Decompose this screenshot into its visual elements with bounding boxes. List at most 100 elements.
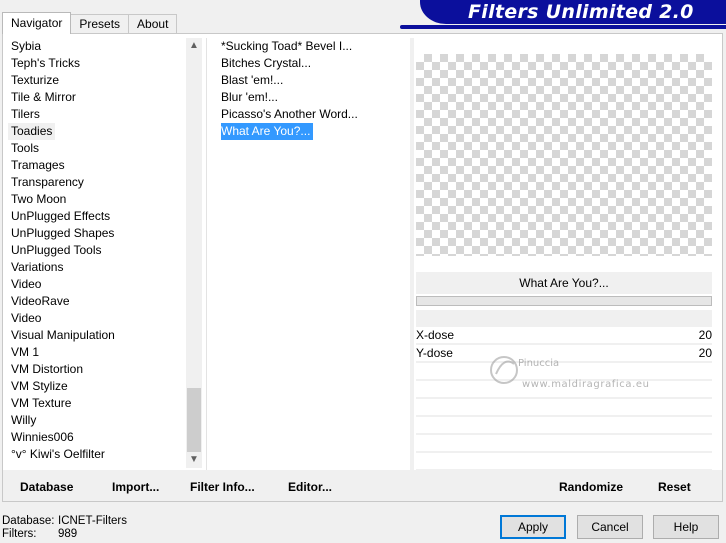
filter-item-label: Bitches Crystal... [221, 56, 312, 70]
category-item-label: Tramages [11, 158, 65, 172]
filter-list[interactable]: *Sucking Toad* Bevel I... Bitches Crystal… [218, 38, 408, 468]
filter-item[interactable]: What Are You?... [218, 123, 408, 140]
chevron-up-icon[interactable]: ▲ [186, 38, 202, 54]
status-filters-value: 989 [58, 528, 78, 540]
category-item[interactable]: Sybia [8, 38, 186, 55]
param-row [416, 453, 712, 470]
category-item-label: Tile & Mirror [11, 90, 76, 104]
category-item[interactable]: Toadies [8, 123, 186, 140]
category-scrollbar[interactable]: ▲ ▼ [186, 38, 202, 468]
status-filters: Filters: 989 [2, 528, 77, 541]
category-item-label: VideoRave [11, 294, 70, 308]
category-item[interactable]: Tilers [8, 106, 186, 123]
filter-item[interactable]: *Sucking Toad* Bevel I... [218, 38, 408, 55]
database-button[interactable]: Database [20, 480, 73, 494]
category-item[interactable]: Texturize [8, 72, 186, 89]
filter-item[interactable]: Blur 'em!... [218, 89, 408, 106]
category-item[interactable]: Tools [8, 140, 186, 157]
list-divider [206, 38, 207, 470]
banner-underline [400, 25, 726, 29]
category-item[interactable]: Video [8, 276, 186, 293]
category-item-label: Tilers [11, 107, 40, 121]
param-row [416, 399, 712, 416]
category-item-label: UnPlugged Effects [11, 209, 111, 223]
tab-presets[interactable]: Presets [70, 14, 130, 34]
category-item-label: Winnies006 [11, 430, 74, 444]
param-row[interactable]: X-dose 20 [416, 327, 712, 344]
param-label: Y-dose [416, 346, 453, 360]
watermark: Pinuccia www.maldiragrafica.eu [484, 350, 654, 398]
category-item[interactable]: Visual Manipulation [8, 327, 186, 344]
cancel-button[interactable]: Cancel [577, 515, 643, 539]
panel-divider [410, 38, 414, 470]
category-item-label: VM 1 [11, 345, 40, 359]
category-item[interactable]: Tramages [8, 157, 186, 174]
category-item-label: Toadies [8, 123, 56, 140]
category-item-label: °v° Kiwi's Oelfilter [11, 447, 105, 461]
category-item[interactable]: UnPlugged Shapes [8, 225, 186, 242]
category-item-label: Texturize [11, 73, 60, 87]
category-item[interactable]: Video [8, 310, 186, 327]
chevron-down-icon[interactable]: ▼ [186, 452, 202, 468]
category-item[interactable]: Two Moon [8, 191, 186, 208]
progress-bar [416, 296, 712, 306]
filter-item-label: *Sucking Toad* Bevel I... [221, 39, 353, 53]
category-item[interactable]: °v° Kiwi's Oelfilter [8, 446, 186, 463]
category-item[interactable]: VideoRave [8, 293, 186, 310]
reset-button[interactable]: Reset [658, 480, 691, 494]
tab-navigator[interactable]: Navigator [2, 12, 72, 34]
status-database-label: Database: [2, 515, 55, 527]
category-item-label: Video [11, 277, 42, 291]
status-filters-label: Filters: [2, 528, 37, 540]
category-item[interactable]: VM Texture [8, 395, 186, 412]
filter-info-button[interactable]: Filter Info... [190, 480, 255, 494]
preview-canvas [416, 54, 712, 256]
category-item[interactable]: Variations [8, 259, 186, 276]
category-item[interactable]: VM Distortion [8, 361, 186, 378]
category-item[interactable]: Teph's Tricks [8, 55, 186, 72]
selected-filter-name: What Are You?... [416, 272, 712, 294]
help-button[interactable]: Help [653, 515, 719, 539]
param-value[interactable]: 20 [699, 327, 712, 344]
category-item[interactable]: UnPlugged Effects [8, 208, 186, 225]
category-item-label: UnPlugged Shapes [11, 226, 115, 240]
param-value[interactable]: 20 [699, 345, 712, 362]
category-item-label: Sybia [11, 39, 42, 53]
editor-button[interactable]: Editor... [288, 480, 332, 494]
category-item-label: Visual Manipulation [11, 328, 115, 342]
category-item-label: UnPlugged Tools [11, 243, 102, 257]
category-item-label: Video [11, 311, 42, 325]
category-item[interactable]: Winnies006 [8, 429, 186, 446]
category-item-label: Transparency [11, 175, 84, 189]
category-item-label: Willy [11, 413, 37, 427]
status-database: Database: ICNET-Filters [2, 515, 127, 528]
category-item-label: VM Texture [11, 396, 72, 410]
filter-item-label: Blast 'em!... [221, 73, 284, 87]
filter-item[interactable]: Picasso's Another Word... [218, 106, 408, 123]
param-label: X-dose [416, 328, 455, 342]
category-item-label: Variations [11, 260, 64, 274]
filter-item[interactable]: Blast 'em!... [218, 72, 408, 89]
category-list[interactable]: Sybia Teph's Tricks Texturize Tile & Mirror… [8, 38, 186, 468]
randomize-button[interactable]: Randomize [559, 480, 623, 494]
filter-item-label: Blur 'em!... [221, 90, 278, 104]
watermark-line-2: www.maldiragrafica.eu [522, 379, 650, 390]
param-row [416, 417, 712, 434]
scrollbar-thumb[interactable] [187, 388, 201, 452]
category-item[interactable]: Tile & Mirror [8, 89, 186, 106]
category-item[interactable]: VM Stylize [8, 378, 186, 395]
category-item[interactable]: VM 1 [8, 344, 186, 361]
category-item[interactable]: UnPlugged Tools [8, 242, 186, 259]
category-item-label: Teph's Tricks [11, 56, 80, 70]
filter-item[interactable]: Bitches Crystal... [218, 55, 408, 72]
filter-item-label: Picasso's Another Word... [221, 107, 358, 121]
category-item[interactable]: Transparency [8, 174, 186, 191]
apply-button[interactable]: Apply [500, 515, 566, 539]
category-item-label: Tools [11, 141, 40, 155]
filter-item-label: What Are You?... [221, 123, 314, 140]
category-item-label: VM Stylize [11, 379, 68, 393]
category-item-label: Two Moon [11, 192, 67, 206]
import-button[interactable]: Import... [112, 480, 159, 494]
tab-about[interactable]: About [128, 14, 178, 34]
category-item[interactable]: Willy [8, 412, 186, 429]
